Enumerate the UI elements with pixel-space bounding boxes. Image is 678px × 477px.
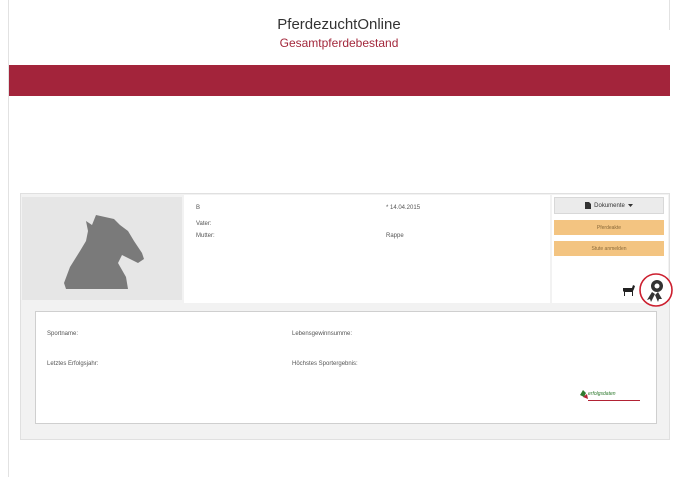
sport-details-box xyxy=(35,311,657,424)
horse-color: Rappe xyxy=(386,233,404,239)
last-success-year-label: Letztes Erfolgsjahr: xyxy=(47,361,99,367)
sport-name-label: Sportname: xyxy=(47,331,79,337)
document-icon xyxy=(585,202,592,209)
father-label: Vater: xyxy=(196,221,212,227)
horse-name: B xyxy=(196,205,201,211)
orange-button-2[interactable]: Stute anmelden xyxy=(554,241,664,256)
caret-down-icon xyxy=(627,203,633,207)
highest-result-label: Höchstes Sportergebnis: xyxy=(292,361,358,367)
horse-photo xyxy=(22,197,182,300)
orange-button-1[interactable]: Pferdeakte xyxy=(554,220,664,235)
page-subtitle: Gesamtpferdebestand xyxy=(279,36,399,50)
mother-label: Mutter: xyxy=(196,233,215,239)
lifetime-earnings-label: Lebensgewinnsumme: xyxy=(292,331,353,337)
rosette-icon[interactable] xyxy=(638,272,674,308)
horse-info-panel xyxy=(184,195,550,303)
header-band xyxy=(9,65,670,96)
documents-label: Dokumente xyxy=(594,202,625,209)
logo-underline xyxy=(588,400,640,401)
birth-date: * 14.04.2015 xyxy=(386,205,421,211)
documents-button[interactable]: Dokumente xyxy=(554,197,664,214)
horse-head-silhouette-icon xyxy=(64,215,144,289)
logo-text: erfolgsdaten xyxy=(588,391,616,397)
horse-icon[interactable] xyxy=(620,282,636,298)
app-title: PferdezuchtOnline xyxy=(277,16,401,33)
